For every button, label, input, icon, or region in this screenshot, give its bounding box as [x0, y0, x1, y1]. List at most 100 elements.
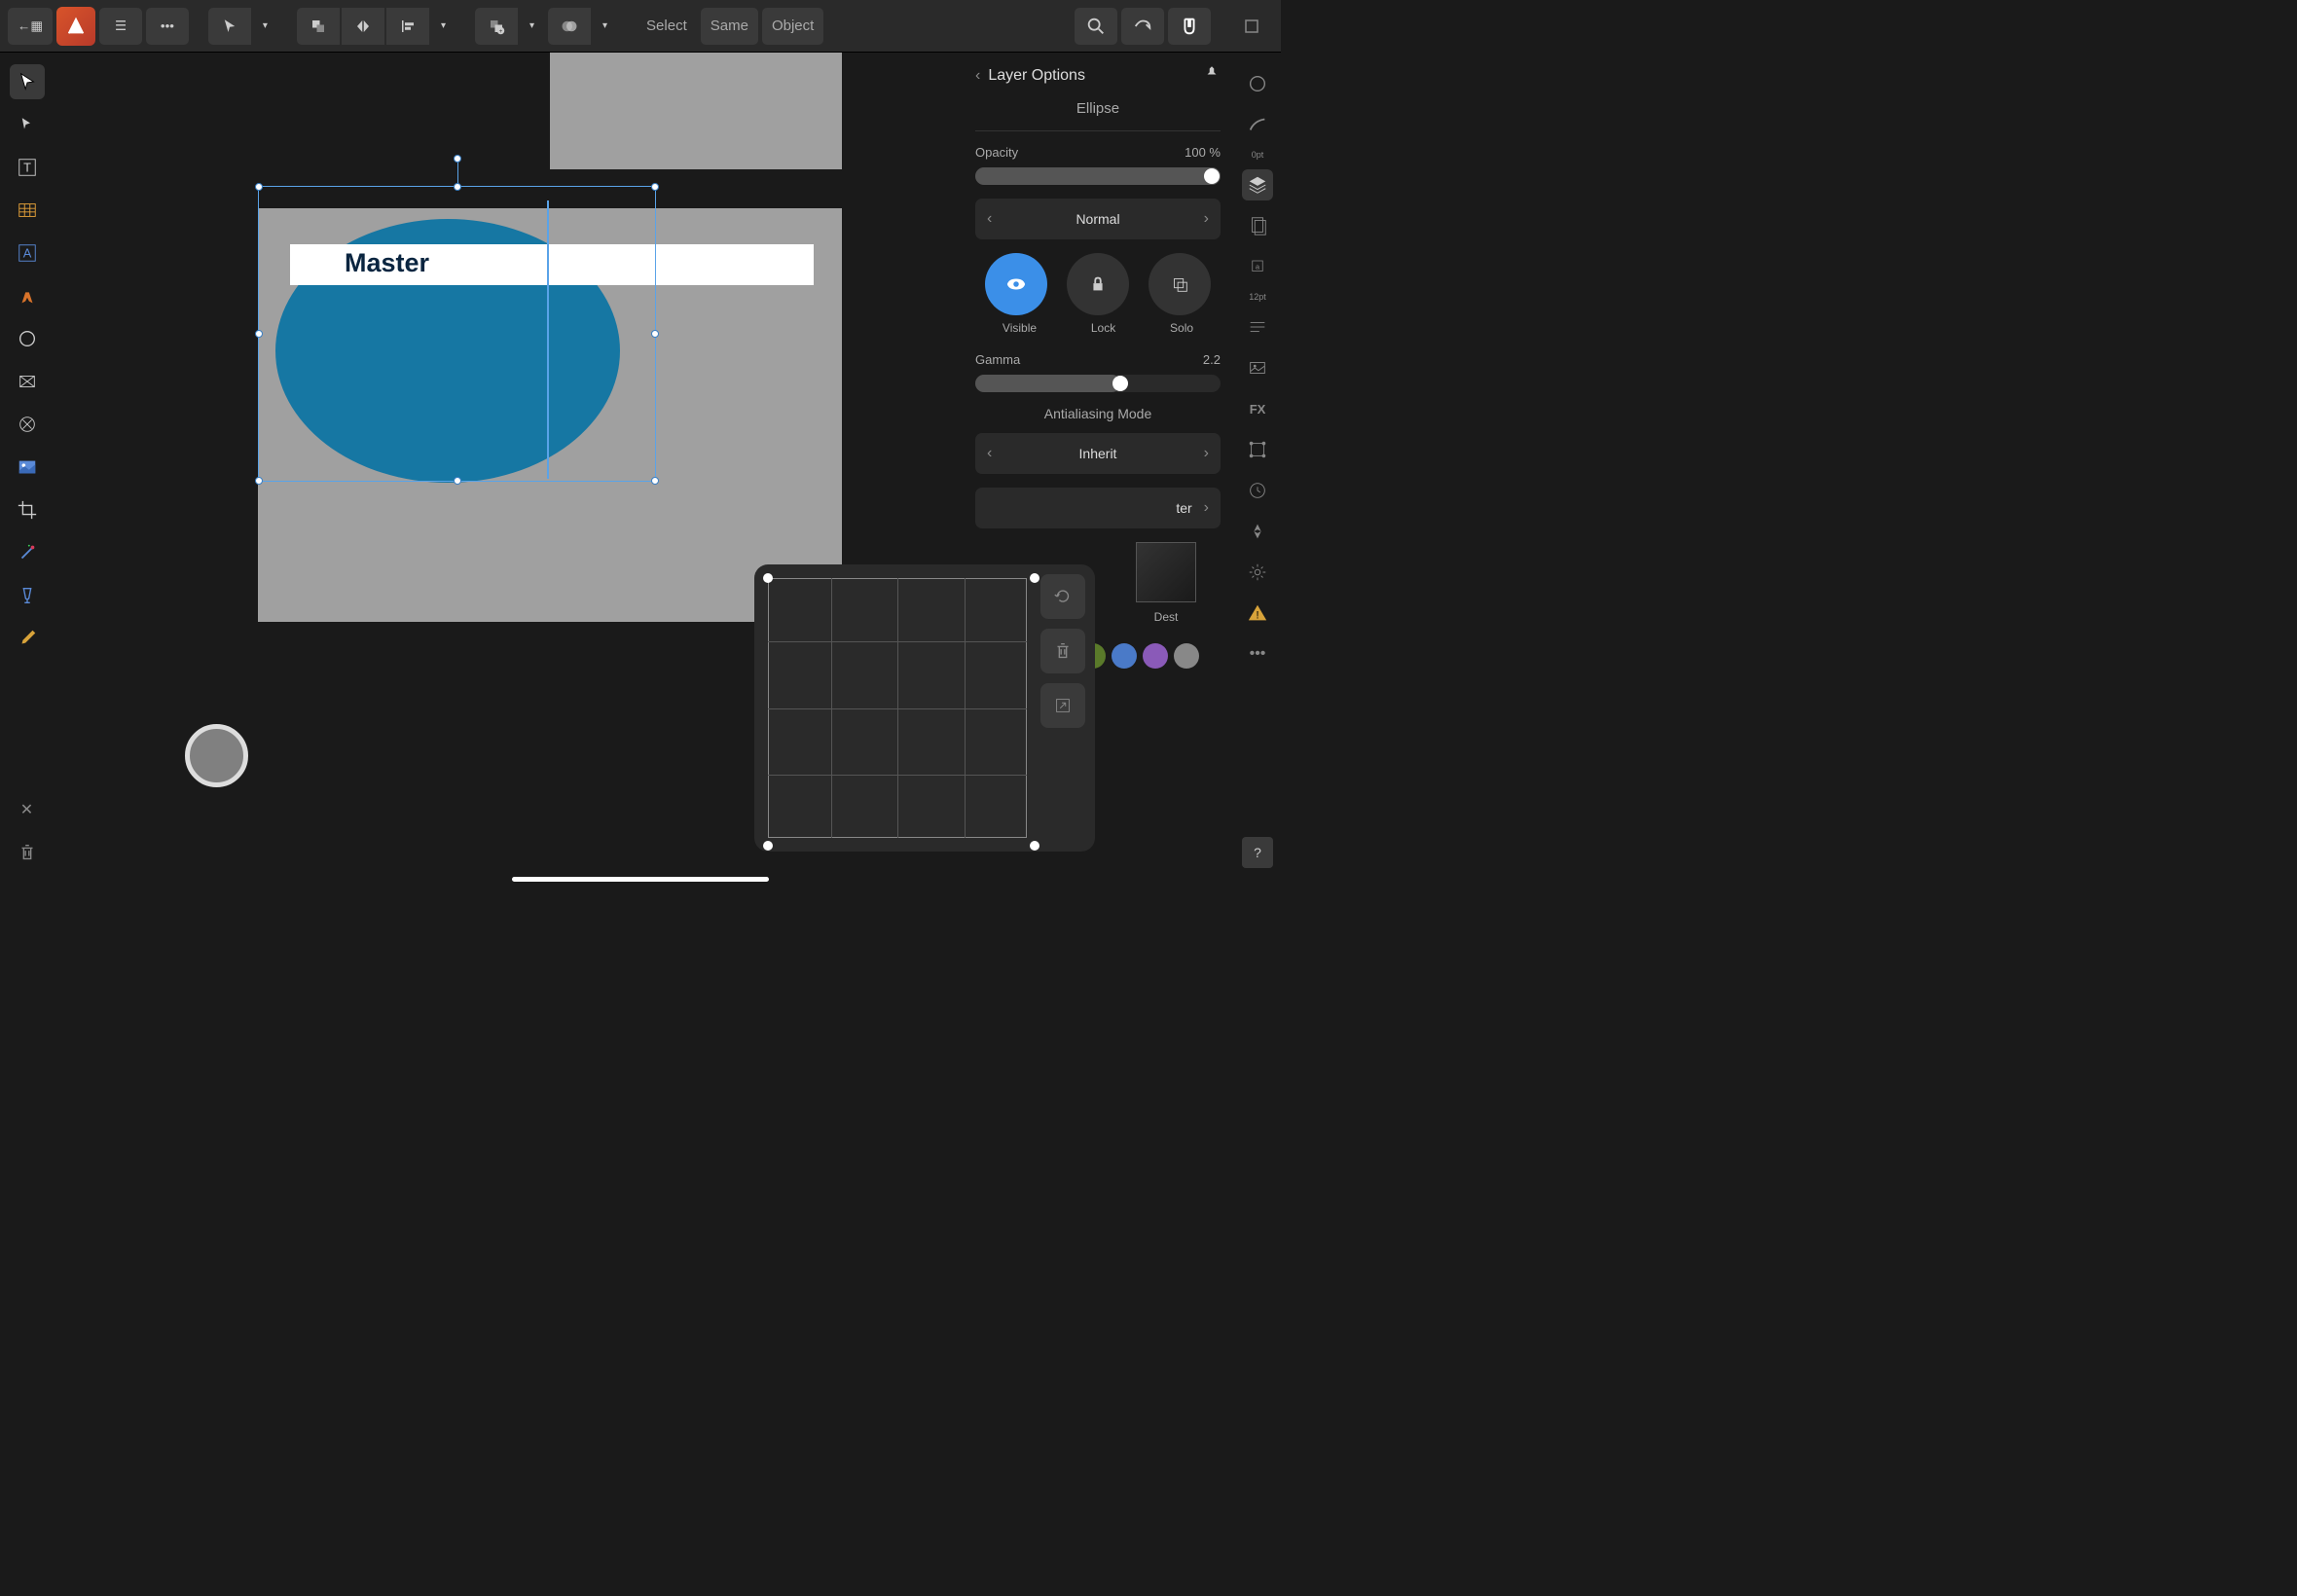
- resize-handle-se[interactable]: [651, 477, 659, 485]
- boolean-button[interactable]: [548, 8, 591, 45]
- solo-toggle[interactable]: [1148, 253, 1211, 315]
- grid-handle-br[interactable]: [1030, 841, 1039, 851]
- close-tool[interactable]: ✕: [10, 792, 45, 827]
- frame-text-tool[interactable]: T: [10, 150, 45, 185]
- back-button[interactable]: ←▦: [8, 8, 53, 45]
- solo-label: Solo: [1170, 321, 1193, 335]
- pen-tool[interactable]: [10, 278, 45, 313]
- more-studio-icon[interactable]: •••: [1242, 638, 1273, 670]
- app-logo[interactable]: [56, 7, 95, 46]
- swatch-gray[interactable]: [1174, 643, 1199, 669]
- resize-handle-w[interactable]: [255, 330, 263, 338]
- popup-expand-button[interactable]: [1040, 683, 1085, 728]
- popup-delete-button[interactable]: [1040, 629, 1085, 673]
- move-tool[interactable]: [10, 64, 45, 99]
- zoom-button[interactable]: [1075, 8, 1117, 45]
- preview-button[interactable]: [1121, 8, 1164, 45]
- settings-studio-icon[interactable]: [1242, 557, 1273, 588]
- stock-studio-icon[interactable]: [1242, 352, 1273, 383]
- node-tool[interactable]: [10, 107, 45, 142]
- cursor-icon: [17, 71, 38, 92]
- help-icon[interactable]: ?: [1242, 837, 1273, 868]
- warning-studio-icon[interactable]: !: [1242, 598, 1273, 629]
- trash-tool[interactable]: [10, 835, 45, 870]
- panel-title: Layer Options: [988, 67, 1195, 85]
- more-button[interactable]: •••: [146, 8, 189, 45]
- select-menu[interactable]: Select: [637, 8, 697, 45]
- swatch-purple[interactable]: [1143, 643, 1168, 669]
- resize-handle-ne[interactable]: [651, 183, 659, 191]
- align-button[interactable]: [386, 8, 429, 45]
- visible-label: Visible: [1003, 321, 1037, 335]
- home-indicator[interactable]: [512, 877, 769, 882]
- move-tool-button[interactable]: [208, 8, 251, 45]
- rectangle-tool[interactable]: [10, 364, 45, 399]
- vector-brush-tool[interactable]: [10, 535, 45, 570]
- insert-button[interactable]: +: [475, 8, 518, 45]
- grid-handle-tl[interactable]: [763, 573, 773, 583]
- pages-studio-icon[interactable]: [1242, 210, 1273, 241]
- svg-text:T: T: [23, 161, 31, 175]
- object-menu[interactable]: Object: [762, 8, 823, 45]
- ellipse-tool[interactable]: [10, 321, 45, 356]
- popup-reset-button[interactable]: [1040, 574, 1085, 619]
- color-picker-tool[interactable]: [10, 621, 45, 656]
- artistic-text-tool[interactable]: A: [10, 236, 45, 271]
- fill-tool[interactable]: [10, 578, 45, 613]
- resize-handle-nw[interactable]: [255, 183, 263, 191]
- lock-toggle[interactable]: [1067, 253, 1129, 315]
- opacity-slider[interactable]: [975, 167, 1221, 185]
- ter-dropdown[interactable]: ter ›: [975, 488, 1221, 528]
- dest-label: Dest: [1154, 610, 1179, 624]
- grid-handle-bl[interactable]: [763, 841, 773, 851]
- shape-tool[interactable]: [10, 407, 45, 442]
- navigator-studio-icon[interactable]: [1242, 516, 1273, 547]
- same-menu[interactable]: Same: [701, 8, 758, 45]
- circle-studio-icon[interactable]: [1242, 68, 1273, 99]
- left-toolbar: T A ✕: [0, 53, 54, 889]
- swatch-blue[interactable]: [1112, 643, 1137, 669]
- dest-swatch[interactable]: [1136, 542, 1196, 602]
- resize-handle-sw[interactable]: [255, 477, 263, 485]
- move-tool-dropdown[interactable]: ▾: [253, 8, 277, 45]
- gamma-slider[interactable]: [975, 375, 1221, 392]
- wand-icon: [17, 542, 38, 563]
- lock-icon: [1087, 273, 1109, 295]
- transform-studio-icon[interactable]: [1242, 434, 1273, 465]
- transform-grid[interactable]: [764, 574, 1031, 842]
- boolean-dropdown[interactable]: ▾: [593, 8, 617, 45]
- visible-toggle[interactable]: [985, 253, 1047, 315]
- history-studio-icon[interactable]: [1242, 475, 1273, 506]
- color-swatches: [1080, 643, 1221, 669]
- picture-frame-tool[interactable]: [10, 450, 45, 485]
- align-dropdown[interactable]: ▾: [431, 8, 456, 45]
- resize-handle-e[interactable]: [651, 330, 659, 338]
- table-tool[interactable]: [10, 193, 45, 228]
- magnify-icon: [1085, 16, 1107, 37]
- crop-tool[interactable]: [10, 492, 45, 527]
- menu-button[interactable]: ☰: [99, 8, 142, 45]
- layers-studio-icon[interactable]: [1242, 169, 1273, 200]
- blend-mode-dropdown[interactable]: ‹ Normal ›: [975, 199, 1221, 239]
- insert-dropdown[interactable]: ▾: [520, 8, 544, 45]
- grid-handle-tr[interactable]: [1030, 573, 1039, 583]
- rotate-handle[interactable]: [454, 155, 461, 163]
- artboard-secondary[interactable]: [550, 53, 842, 169]
- panel-back-icon[interactable]: ‹: [975, 67, 980, 85]
- flip-horizontal-button[interactable]: [342, 8, 384, 45]
- resize-handle-n[interactable]: [454, 183, 461, 191]
- arrange-button[interactable]: [297, 8, 340, 45]
- paragraph-studio-icon[interactable]: [1242, 311, 1273, 343]
- antialiasing-dropdown[interactable]: ‹ Inherit ›: [975, 433, 1221, 474]
- fullscreen-button[interactable]: [1230, 8, 1273, 45]
- opacity-label: Opacity: [975, 145, 1018, 160]
- circle-icon: [17, 328, 38, 349]
- snapping-button[interactable]: [1168, 8, 1211, 45]
- stroke-width-label: 0pt: [1252, 150, 1264, 160]
- quick-menu-trigger[interactable]: [185, 724, 248, 787]
- fx-studio-icon[interactable]: FX: [1242, 393, 1273, 424]
- character-studio-icon[interactable]: a: [1242, 251, 1273, 282]
- pin-icon[interactable]: [1203, 64, 1221, 87]
- brush-studio-icon[interactable]: [1242, 109, 1273, 140]
- resize-handle-s[interactable]: [454, 477, 461, 485]
